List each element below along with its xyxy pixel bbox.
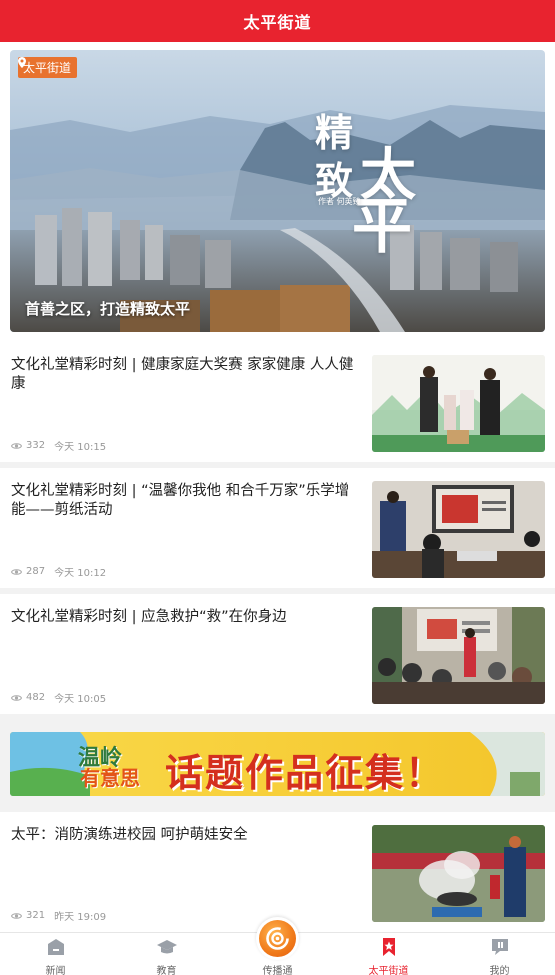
top-bar: 太平街道 [0, 0, 555, 42]
publish-time: 昨天 19:09 [54, 912, 107, 923]
publish-time: 今天 10:12 [54, 568, 107, 579]
article-title: 文化礼堂精彩时刻 | 应急救护“救”在你身边 [11, 609, 287, 625]
chat-bubble-icon [491, 939, 508, 955]
article-thumbnail [372, 481, 545, 578]
eye-icon [11, 568, 22, 575]
bottom-tab-bar: 新闻 教育 传播通 太平街道 我的 [0, 917, 555, 975]
hero-calligraphy-1: 精 [315, 110, 354, 155]
banner-logo-line2: 有意思 [80, 766, 140, 790]
hero-image [10, 50, 545, 332]
tab-label: 我的 [489, 966, 510, 975]
hero-card[interactable]: 太平街道 精 致 太 平 作者 何英臻 首善之区，打造精致太平 [10, 50, 545, 332]
tab-news[interactable]: 新闻 [0, 933, 111, 975]
home-icon [47, 939, 64, 955]
article-thumbnail [372, 607, 545, 704]
article-meta: 332 今天 10:15 [11, 438, 106, 453]
article-title: 文化礼堂精彩时刻 | “温馨你我他 和合千万家”乐学增能——剪纸活动 [11, 483, 350, 518]
tab-label: 太平街道 [368, 966, 409, 975]
tab-education[interactable]: 教育 [111, 933, 222, 975]
page-title: 太平街道 [243, 13, 312, 32]
location-tag: 太平街道 [18, 57, 78, 78]
publish-time: 今天 10:05 [54, 694, 107, 705]
tab-mine[interactable]: 我的 [444, 933, 555, 975]
promo-banner[interactable]: 温岭 有意思 话题作品征集！ [10, 732, 545, 796]
eye-icon [11, 442, 22, 449]
view-count: 332 [26, 440, 46, 451]
article-meta: 287 今天 10:12 [11, 564, 106, 579]
location-tag-label: 太平街道 [23, 61, 72, 75]
hero-calligraphy-4: 平 [352, 192, 412, 262]
eye-icon [11, 694, 22, 701]
graduation-cap-icon [156, 940, 177, 954]
content-scroll[interactable]: 太平街道 精 致 太 平 作者 何英臻 首善之区，打造精致太平 文化礼堂精彩时刻… [0, 42, 555, 932]
article-meta: 482 今天 10:05 [11, 690, 106, 705]
hero-section: 太平街道 精 致 太 平 作者 何英臻 首善之区，打造精致太平 [0, 42, 555, 342]
view-count: 482 [26, 692, 46, 703]
tab-label: 新闻 [45, 966, 66, 975]
view-count: 321 [26, 910, 46, 921]
article-item[interactable]: 文化礼堂精彩时刻 | 健康家庭大奖赛 家家健康 人人健康 332 今天 10:1… [0, 342, 555, 462]
bookmark-star-icon [382, 938, 395, 956]
eye-icon [11, 912, 22, 919]
article-item[interactable]: 文化礼堂精彩时刻 | 应急救护“救”在你身边 482 今天 10:05 [0, 594, 555, 714]
article-thumbnail [372, 355, 545, 452]
publish-time: 今天 10:15 [54, 442, 107, 453]
broadcast-icon [266, 927, 289, 950]
article-title: 太平：消防演练进校园 呵护萌娃安全 [11, 827, 248, 843]
view-count: 287 [26, 566, 46, 577]
banner-text: 话题作品征集！ [165, 751, 446, 795]
article-title: 文化礼堂精彩时刻 | 健康家庭大奖赛 家家健康 人人健康 [11, 357, 354, 392]
tab-taiping-street[interactable]: 太平街道 [333, 933, 444, 975]
tab-label: 教育 [156, 966, 177, 975]
article-meta: 321 昨天 19:09 [11, 908, 106, 923]
article-item[interactable]: 文化礼堂精彩时刻 | “温馨你我他 和合千万家”乐学增能——剪纸活动 287 今… [0, 468, 555, 588]
article-item[interactable]: 太平：消防演练进校园 呵护萌娃安全 321 昨天 19:09 [0, 812, 555, 932]
location-pin-icon [18, 57, 26, 68]
tab-broadcast[interactable]: 传播通 [222, 917, 333, 975]
tab-label: 传播通 [262, 966, 293, 975]
hero-credit: 作者 何英臻 [318, 197, 361, 206]
broadcast-center-button[interactable] [256, 917, 299, 960]
article-thumbnail [372, 825, 545, 922]
hero-caption: 首善之区，打造精致太平 [25, 300, 191, 318]
